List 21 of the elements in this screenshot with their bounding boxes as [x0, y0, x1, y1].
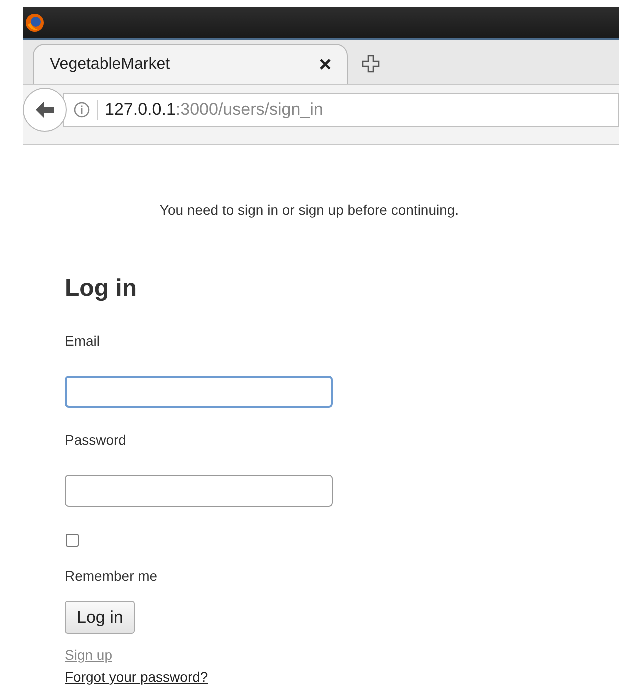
input-field[interactable]	[65, 376, 333, 408]
page-heading: Log in	[65, 274, 138, 304]
browser-tab[interactable]: VegetableMarket	[33, 44, 348, 84]
link[interactable]: Sign up	[65, 644, 112, 666]
field-label: Password	[65, 431, 128, 450]
checkbox[interactable]	[66, 534, 79, 548]
browser-logo-icon	[25, 12, 45, 32]
remember-label: Remember me	[65, 567, 159, 586]
url-text: 127.0.0.1:3000/users/sign_in	[105, 99, 324, 122]
notice-message: You need to sign in or sign up before continuing.	[158, 201, 460, 220]
close-icon[interactable]	[320, 59, 331, 70]
field-label: Email	[65, 332, 102, 351]
back-arrow-icon	[35, 101, 55, 119]
login-button[interactable]: Log in	[65, 601, 136, 634]
back-button[interactable]	[23, 88, 67, 132]
input-field[interactable]	[65, 475, 333, 507]
tab-title: VegetableMarket	[50, 54, 170, 74]
link[interactable]: Forgot your password?	[65, 666, 208, 688]
address-bar[interactable]: 127.0.0.1:3000/users/sign_in	[63, 93, 619, 127]
new-tab-icon[interactable]	[362, 55, 380, 73]
info-icon	[74, 102, 90, 118]
